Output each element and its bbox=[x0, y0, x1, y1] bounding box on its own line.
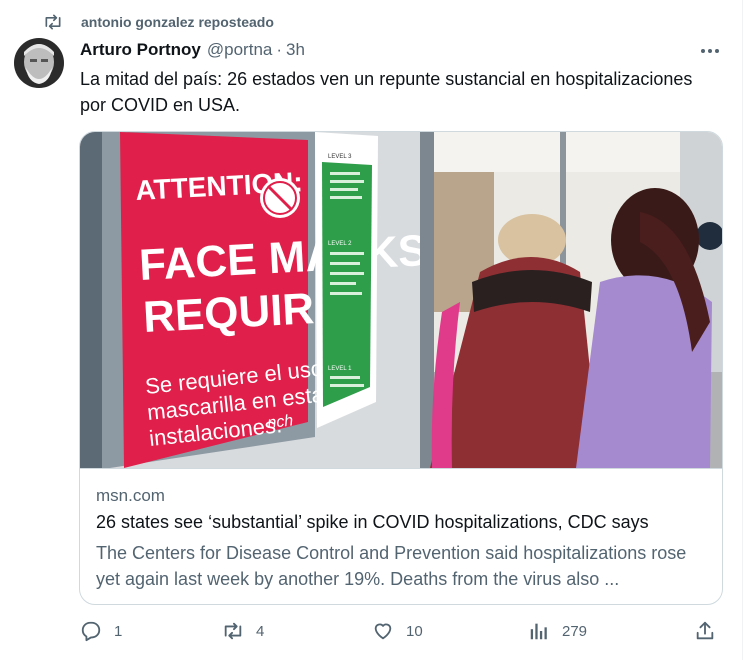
directory-level-1: LEVEL 1 bbox=[328, 366, 352, 372]
reply-button[interactable]: 1 bbox=[80, 620, 122, 642]
card-domain: msn.com bbox=[96, 486, 165, 505]
directory-level-3: LEVEL 3 bbox=[328, 154, 352, 160]
repost-indicator[interactable]: antonio gonzalez reposteado bbox=[43, 12, 274, 32]
card-title: 26 states see ‘substantial’ spike in COV… bbox=[96, 512, 649, 532]
card-image[interactable]: ATTENTION: FACE MASKS REQUIRED Se requie… bbox=[80, 132, 722, 469]
tweet[interactable]: antonio gonzalez reposteado Arturo Portn… bbox=[0, 0, 743, 660]
share-icon bbox=[696, 621, 714, 640]
tweet-text: La mitad del país: 26 estados ven un rep… bbox=[80, 69, 693, 115]
author-name[interactable]: Arturo Portnoy bbox=[80, 40, 201, 60]
heart-icon bbox=[374, 623, 392, 640]
like-count: 10 bbox=[406, 622, 423, 640]
link-card[interactable]: ATTENTION: FACE MASKS REQUIRED Se requie… bbox=[79, 131, 723, 605]
repost-icon bbox=[45, 14, 61, 30]
separator: · bbox=[276, 40, 283, 59]
views-button[interactable]: 279 bbox=[528, 620, 587, 642]
reply-icon bbox=[81, 621, 101, 642]
views-chart-icon bbox=[530, 623, 547, 640]
reply-count: 1 bbox=[114, 622, 123, 640]
like-button[interactable]: 10 bbox=[372, 620, 423, 642]
author-handle[interactable]: @portna bbox=[207, 40, 272, 60]
sign-brand: nch bbox=[267, 412, 295, 432]
repost-count: 4 bbox=[256, 622, 265, 640]
directory-level-2: LEVEL 2 bbox=[328, 241, 352, 247]
card-description: The Centers for Disease Control and Prev… bbox=[96, 543, 687, 589]
tweet-header: Arturo Portnoy @portna · 3h bbox=[80, 40, 305, 60]
more-options-icon[interactable] bbox=[698, 42, 722, 60]
timestamp[interactable]: 3h bbox=[286, 40, 305, 60]
tweet-actions: 1 4 10 279 bbox=[80, 620, 720, 646]
views-count: 279 bbox=[562, 622, 588, 640]
avatar[interactable] bbox=[14, 38, 64, 88]
share-button[interactable] bbox=[694, 620, 716, 642]
repost-icon bbox=[224, 622, 242, 640]
repost-button[interactable]: 4 bbox=[222, 620, 264, 642]
repost-text[interactable]: antonio gonzalez reposteado bbox=[81, 14, 274, 30]
avatar-photo bbox=[14, 38, 64, 88]
